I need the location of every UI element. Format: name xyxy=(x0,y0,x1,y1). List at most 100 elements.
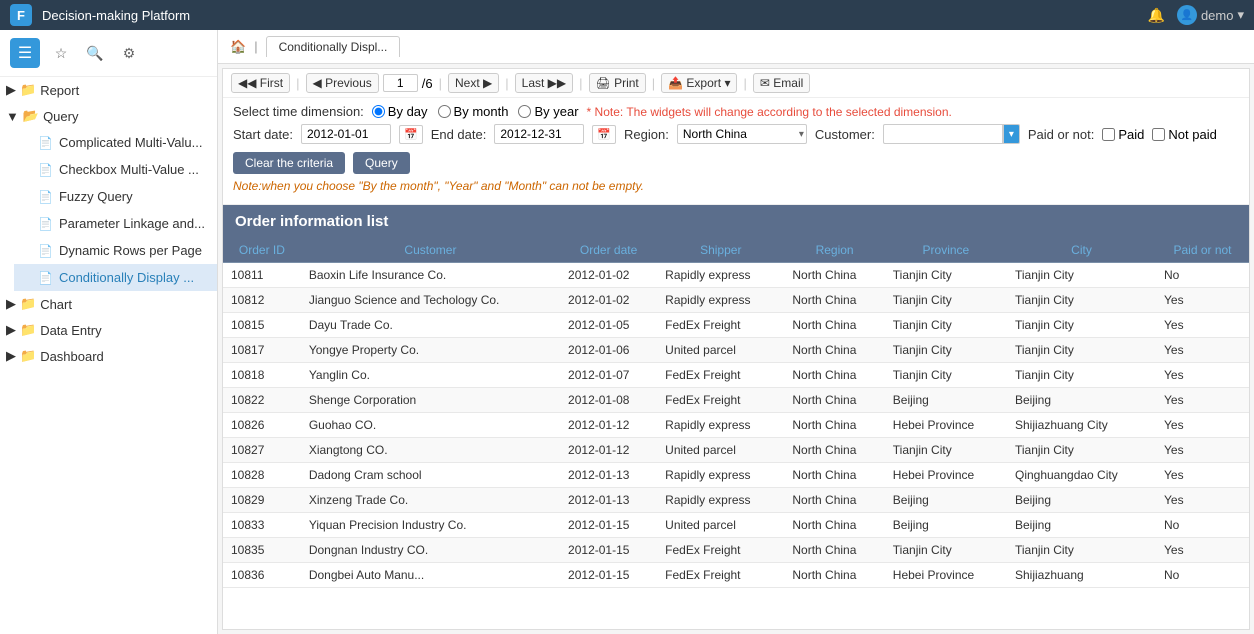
folder-icon: 📁 xyxy=(20,82,36,98)
customer-input[interactable] xyxy=(883,124,1003,144)
topbar: F Decision-making Platform 🔔 👤 demo ▾ xyxy=(0,0,1254,30)
radio-by-year[interactable]: By year xyxy=(518,104,578,119)
table-cell: No xyxy=(1156,263,1249,288)
radio-by-month[interactable]: By month xyxy=(438,104,509,119)
paid-checkbox[interactable] xyxy=(1102,128,1115,141)
start-date-calendar-button[interactable]: 📅 xyxy=(399,125,423,144)
table-cell: Tianjin City xyxy=(885,438,1007,463)
breadcrumb-separator: | xyxy=(254,39,257,54)
sidebar-section-dataentry-label: Data Entry xyxy=(40,323,101,338)
sidebar-item-conditionally[interactable]: 📄 Conditionally Display ... xyxy=(14,264,217,291)
table-body: 10811Baoxin Life Insurance Co.2012-01-02… xyxy=(223,263,1249,588)
sidebar-item-parameter[interactable]: 📄 Parameter Linkage and... xyxy=(14,210,217,237)
col-header-shipper: Shipper xyxy=(657,238,784,263)
table-cell: Xinzeng Trade Co. xyxy=(301,488,560,513)
table-cell: Tianjin City xyxy=(885,263,1007,288)
time-dimension-label: Select time dimension: xyxy=(233,104,364,119)
previous-button[interactable]: ◀ Previous xyxy=(306,73,379,93)
table-cell: Xiangtong CO. xyxy=(301,438,560,463)
sidebar-search-button[interactable]: 🔍 xyxy=(82,40,108,66)
user-menu[interactable]: 👤 demo ▾ xyxy=(1177,5,1244,25)
table-cell: 2012-01-15 xyxy=(560,513,657,538)
table-row: 10818Yanglin Co.2012-01-07FedEx FreightN… xyxy=(223,363,1249,388)
table-row: 10815Dayu Trade Co.2012-01-05FedEx Freig… xyxy=(223,313,1249,338)
sidebar-section-query[interactable]: ▼ 📂 Query xyxy=(0,103,217,129)
print-button[interactable]: 🖨 Print xyxy=(589,73,646,93)
table-cell: Hebei Province xyxy=(885,563,1007,588)
table-row: 10817Yongye Property Co.2012-01-06United… xyxy=(223,338,1249,363)
table-cell: Yongye Property Co. xyxy=(301,338,560,363)
table-title-row: Order information list xyxy=(223,205,1249,238)
sidebar-menu-button[interactable]: ☰ xyxy=(10,38,40,68)
table-cell: Yes xyxy=(1156,488,1249,513)
sidebar-settings-button[interactable]: ⚙ xyxy=(116,40,142,66)
table-row: 10812Jianguo Science and Techology Co.20… xyxy=(223,288,1249,313)
sidebar-section-dashboard[interactable]: ▶ 📁 Dashboard xyxy=(0,343,217,369)
radio-by-month-input[interactable] xyxy=(438,105,451,118)
table-row: 10835Dongnan Industry CO.2012-01-15FedEx… xyxy=(223,538,1249,563)
table-cell: Rapidly express xyxy=(657,263,784,288)
report-panel: ◀◀ First | ◀ Previous /6 | Next ▶ | Last… xyxy=(222,68,1250,630)
clear-criteria-button[interactable]: Clear the criteria xyxy=(233,152,345,174)
radio-by-day[interactable]: By day xyxy=(372,104,428,119)
table-cell: Tianjin City xyxy=(1007,438,1156,463)
filter-area: Select time dimension: By day By month xyxy=(223,98,1249,205)
table-cell: Yes xyxy=(1156,288,1249,313)
end-date-calendar-button[interactable]: 📅 xyxy=(592,125,616,144)
table-cell: Rapidly express xyxy=(657,413,784,438)
page-input[interactable] xyxy=(383,74,418,92)
table-cell: North China xyxy=(784,438,884,463)
sidebar-item-dynamic-rows[interactable]: 📄 Dynamic Rows per Page xyxy=(14,237,217,264)
table-row: 10828Dadong Cram school2012-01-13Rapidly… xyxy=(223,463,1249,488)
sidebar-section-query-label: Query xyxy=(43,109,78,124)
customer-dropdown-button[interactable]: ▾ xyxy=(1003,124,1020,144)
sidebar-section-chart[interactable]: ▶ 📁 Chart xyxy=(0,291,217,317)
radio-by-month-label: By month xyxy=(454,104,509,119)
table-cell: 10817 xyxy=(223,338,301,363)
table-cell: Baoxin Life Insurance Co. xyxy=(301,263,560,288)
table-row: 10826Guohao CO.2012-01-12Rapidly express… xyxy=(223,413,1249,438)
table-cell: 10833 xyxy=(223,513,301,538)
table-cell: Tianjin City xyxy=(885,538,1007,563)
paid-label: Paid or not: xyxy=(1028,127,1095,142)
sidebar-item-checkbox[interactable]: 📄 Checkbox Multi-Value ... xyxy=(14,156,217,183)
collapse-icon: ▶ xyxy=(6,348,16,364)
doc-icon: 📄 xyxy=(38,217,53,231)
table-cell: 2012-01-06 xyxy=(560,338,657,363)
end-date-input[interactable] xyxy=(494,124,584,144)
time-dimension-row: Select time dimension: By day By month xyxy=(233,104,1239,119)
paid-checkbox-label[interactable]: Paid xyxy=(1102,127,1144,142)
home-icon[interactable]: 🏠 xyxy=(230,39,246,55)
radio-by-day-input[interactable] xyxy=(372,105,385,118)
table-cell: Yes xyxy=(1156,388,1249,413)
not-paid-checkbox-label[interactable]: Not paid xyxy=(1152,127,1216,142)
table-cell: Tianjin City xyxy=(1007,538,1156,563)
table-cell: Tianjin City xyxy=(885,363,1007,388)
table-cell: 2012-01-12 xyxy=(560,413,657,438)
sidebar-section-dataentry[interactable]: ▶ 📁 Data Entry xyxy=(0,317,217,343)
next-button[interactable]: Next ▶ xyxy=(448,73,499,93)
sidebar-toolbar: ☰ ☆ 🔍 ⚙ xyxy=(0,30,217,77)
breadcrumb-tab[interactable]: Conditionally Displ... xyxy=(266,36,401,57)
query-button[interactable]: Query xyxy=(353,152,410,174)
customer-input-group: ▾ xyxy=(883,124,1020,144)
email-button[interactable]: ✉ Email xyxy=(753,73,810,93)
sidebar-item-complicated[interactable]: 📄 Complicated Multi-Valu... xyxy=(14,129,217,156)
table-cell: North China xyxy=(784,338,884,363)
bell-icon[interactable]: 🔔 xyxy=(1148,7,1165,24)
radio-by-year-input[interactable] xyxy=(518,105,531,118)
avatar: 👤 xyxy=(1177,5,1197,25)
first-button[interactable]: ◀◀ First xyxy=(231,73,290,93)
region-select[interactable]: North China xyxy=(677,124,807,144)
start-date-input[interactable] xyxy=(301,124,391,144)
username: demo xyxy=(1201,8,1234,23)
radio-by-day-label: By day xyxy=(388,104,428,119)
sidebar-item-fuzzy[interactable]: 📄 Fuzzy Query xyxy=(14,183,217,210)
table-cell: North China xyxy=(784,263,884,288)
last-button[interactable]: Last ▶▶ xyxy=(515,73,573,93)
sidebar-star-button[interactable]: ☆ xyxy=(48,40,74,66)
export-button[interactable]: 📤 Export ▾ xyxy=(661,73,737,93)
not-paid-checkbox[interactable] xyxy=(1152,128,1165,141)
sidebar-section-dashboard-label: Dashboard xyxy=(40,349,104,364)
sidebar-section-report[interactable]: ▶ 📁 Report xyxy=(0,77,217,103)
